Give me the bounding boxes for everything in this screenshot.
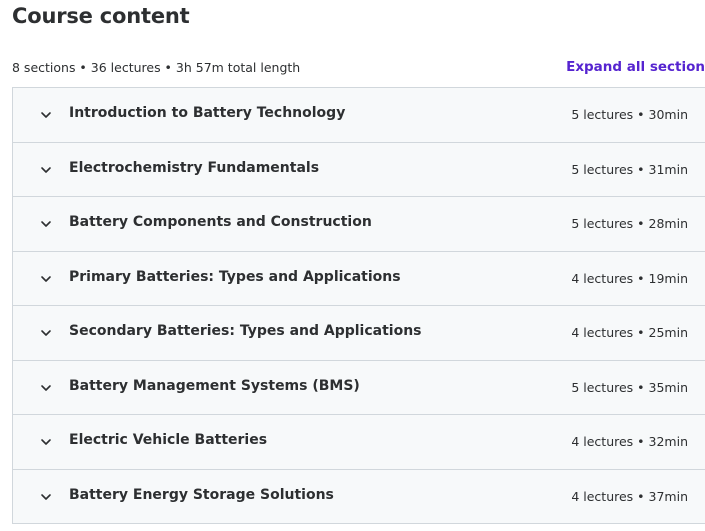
section-meta: 5 lectures • 28min <box>571 216 688 231</box>
section-meta: 4 lectures • 25min <box>571 325 688 340</box>
section-item[interactable]: Introduction to Battery Technology 5 lec… <box>13 88 705 143</box>
section-list: Introduction to Battery Technology 5 lec… <box>12 87 705 524</box>
course-summary-row: 8 sections • 36 lectures • 3h 57m total … <box>12 59 705 78</box>
section-item[interactable]: Secondary Batteries: Types and Applicati… <box>13 306 705 361</box>
section-title: Battery Energy Storage Solutions <box>69 486 334 503</box>
chevron-down-icon <box>41 384 51 391</box>
expand-all-sections-button[interactable]: Expand all section <box>566 59 705 75</box>
chevron-down-icon <box>41 330 51 336</box>
section-title: Electrochemistry Fundamentals <box>69 159 320 176</box>
course-summary: 8 sections • 36 lectures • 3h 57m total … <box>12 60 301 75</box>
chevron-down-icon <box>41 275 51 282</box>
section-meta: 4 lectures • 37min <box>571 488 688 504</box>
section-meta: 4 lectures • 19min <box>571 270 688 286</box>
section-item[interactable]: Battery Components and Construction 5 le… <box>13 197 705 252</box>
section-item[interactable]: Primary Batteries: Types and Application… <box>13 251 705 306</box>
section-item[interactable]: Electrochemistry Fundamentals 5 lectures… <box>13 142 705 197</box>
chevron-down-icon <box>41 166 51 173</box>
section-title: Introduction to Battery Technology <box>69 105 346 121</box>
section-item[interactable]: Electric Vehicle Batteries 4 lectures • … <box>13 415 705 470</box>
section-title: Primary Batteries: Types and Application… <box>69 268 401 285</box>
chevron-down-icon <box>41 112 51 118</box>
page-title: Course content <box>12 4 190 28</box>
section-meta: 4 lectures • 32min <box>571 434 688 449</box>
section-meta: 5 lectures • 30min <box>571 107 688 122</box>
section-item[interactable]: Battery Management Systems (BMS) 5 lectu… <box>13 360 705 415</box>
section-item[interactable]: Battery Energy Storage Solutions 4 lectu… <box>13 469 705 524</box>
chevron-down-icon <box>41 493 51 500</box>
section-title: Battery Management Systems (BMS) <box>69 377 360 394</box>
chevron-down-icon <box>41 221 51 227</box>
section-title: Electric Vehicle Batteries <box>69 432 268 448</box>
section-title: Secondary Batteries: Types and Applicati… <box>69 323 422 339</box>
section-meta: 5 lectures • 35min <box>571 379 688 395</box>
section-title: Battery Components and Construction <box>69 214 372 230</box>
chevron-down-icon <box>41 439 51 445</box>
section-meta: 5 lectures • 31min <box>571 161 688 177</box>
course-content-panel: Course content 8 sections • 36 lectures … <box>0 0 705 531</box>
